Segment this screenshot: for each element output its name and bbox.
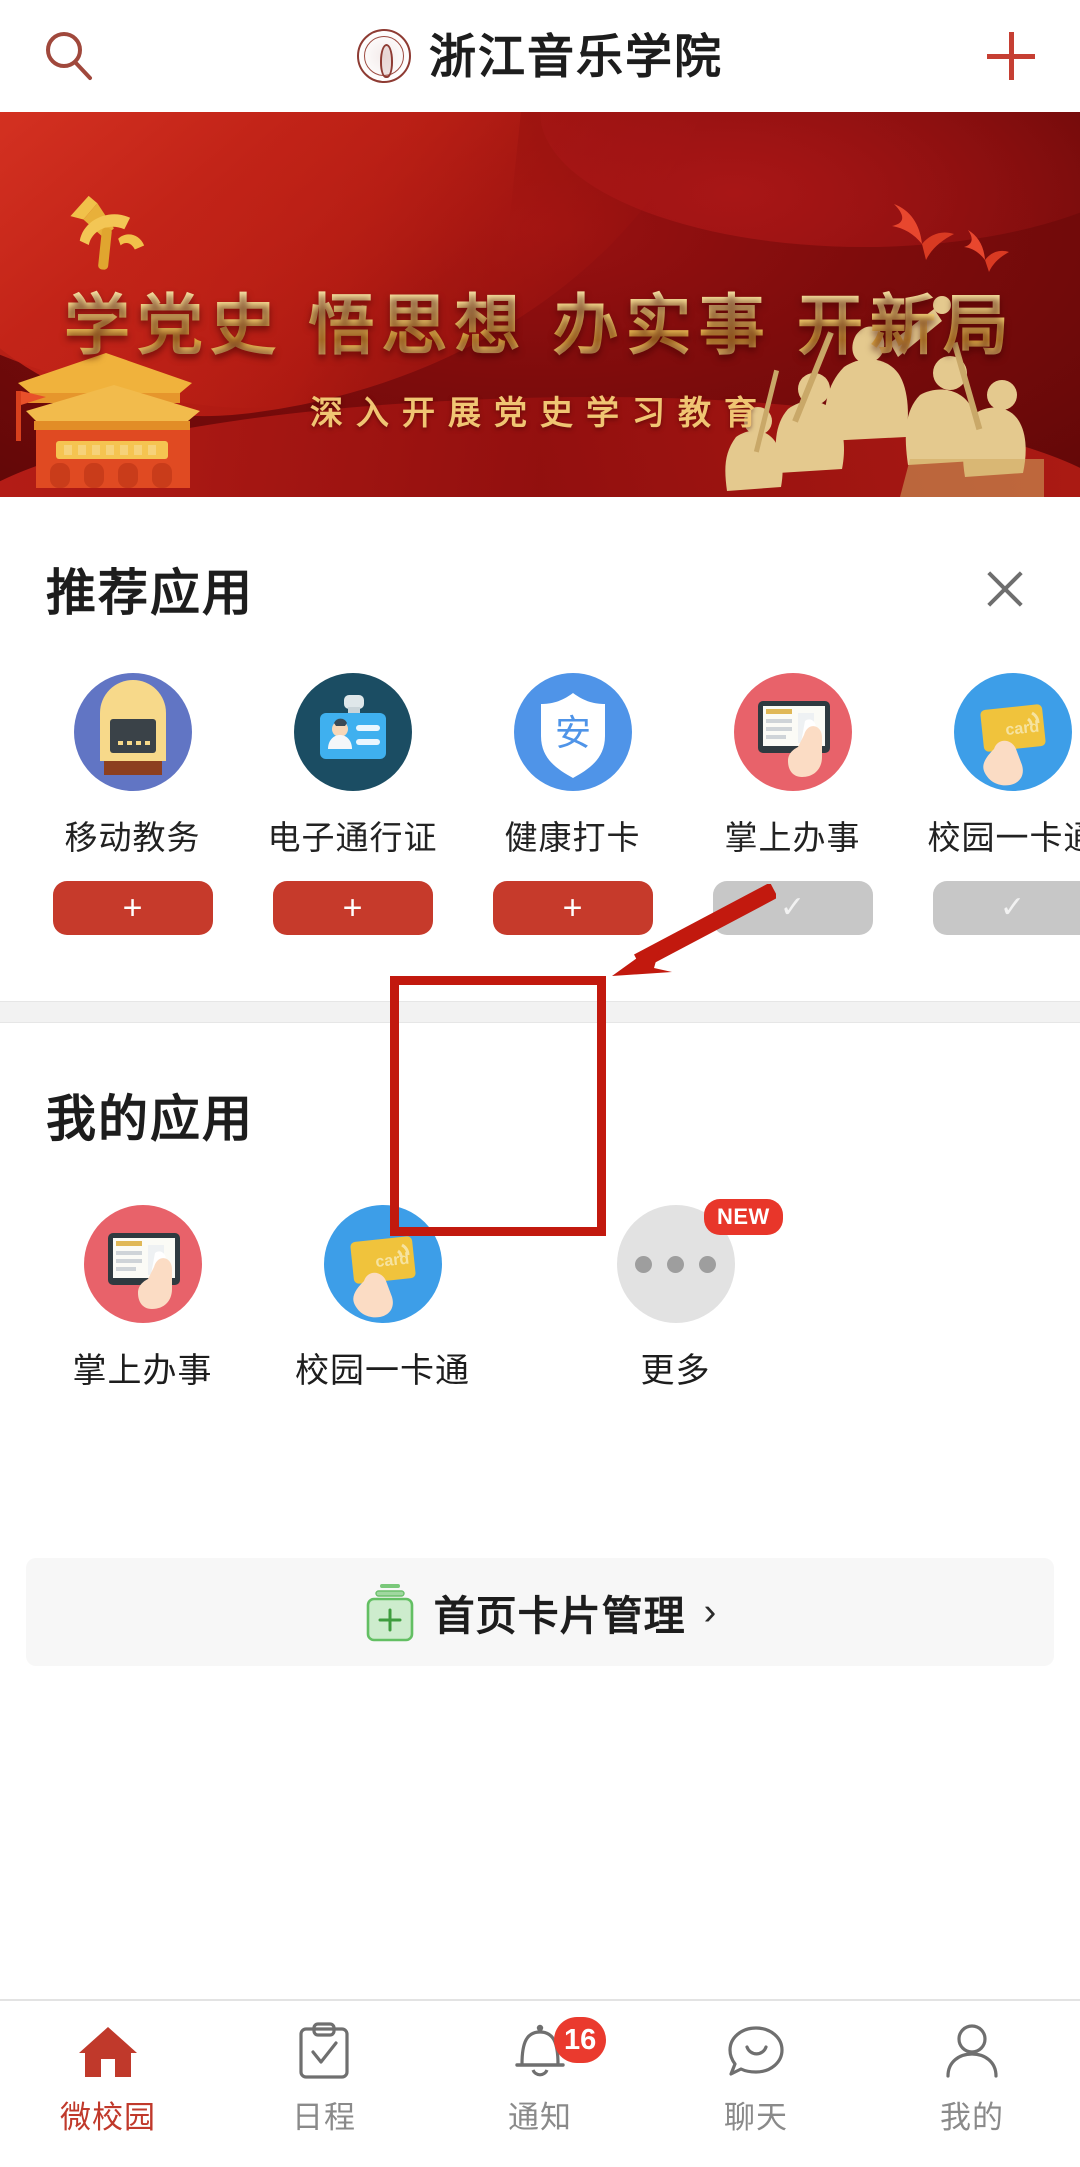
- my-app-label: 掌上办事: [72, 1352, 213, 1390]
- tab-chat[interactable]: 聊天: [648, 2021, 864, 2137]
- recommended-apps-panel: 推荐应用 移动教务 + 电子通行证 + 安 健康打卡 + 掌上办事 ✓ card…: [0, 497, 1080, 1001]
- clipboard-check-icon: [216, 2021, 432, 2083]
- my-apps-bottom-spacer: [0, 1392, 1080, 1524]
- tab-notifications[interactable]: 16 通知: [432, 2017, 648, 2137]
- home-icon: [0, 2021, 216, 2083]
- bottom-tabbar: 微校园 日程 16 通知 聊天 我的: [0, 1999, 1080, 2167]
- tablet-hand-icon: [83, 1205, 202, 1323]
- card-manage-section: 首页卡片管理 ›: [0, 1524, 1080, 1704]
- banner-text-group: 学党史 悟思想 办实事 开新局 深入开展党史学习教育: [0, 288, 1080, 434]
- app-header: 浙江音乐学院: [0, 0, 1080, 112]
- my-apps-title: 我的应用: [46, 1091, 254, 1147]
- add-button[interactable]: [976, 21, 1046, 91]
- notification-badge: 16: [554, 2017, 607, 2063]
- tablet-hand-icon: [733, 673, 852, 791]
- close-recommended-button[interactable]: [976, 560, 1034, 618]
- chat-bubble-icon: [648, 2021, 864, 2083]
- university-seal-icon: [357, 29, 411, 83]
- recommended-app-add-button[interactable]: +: [272, 881, 433, 935]
- my-apps-grid: 掌上办事 card 校园一卡通 NEW 更多: [0, 1151, 1080, 1392]
- my-app-label: 校园一卡通: [295, 1352, 470, 1390]
- dot: [667, 1255, 684, 1273]
- recommended-apps-header: 推荐应用: [0, 497, 1080, 625]
- recommended-app-added-button[interactable]: ✓: [712, 881, 873, 935]
- recommended-app-item[interactable]: 电子通行证 +: [265, 673, 440, 935]
- my-app-item-more[interactable]: NEW 更多: [578, 1199, 783, 1392]
- my-app-item[interactable]: 掌上办事: [45, 1205, 240, 1392]
- my-apps-header: 我的应用: [0, 1023, 1080, 1151]
- header-center-group: 浙江音乐学院: [0, 29, 1080, 83]
- recommended-app-label: 校园一卡通: [927, 819, 1080, 856]
- banner-headline: 学党史 悟思想 办实事 开新局: [0, 288, 1080, 364]
- banner-subheadline: 深入开展党史学习教育: [310, 393, 770, 431]
- new-badge: NEW: [704, 1199, 783, 1235]
- recommended-apps-scroller[interactable]: 移动教务 + 电子通行证 + 安 健康打卡 + 掌上办事 ✓ card 校园一卡…: [0, 625, 1080, 935]
- tab-label: 通知: [508, 2100, 572, 2135]
- section-divider: [0, 1001, 1080, 1023]
- recommended-app-label: 移动教务: [64, 819, 201, 856]
- svg-text:安: 安: [554, 712, 590, 753]
- svg-text:card: card: [374, 1251, 409, 1271]
- doves-icon: [892, 204, 1009, 272]
- tab-profile[interactable]: 我的: [864, 2021, 1080, 2137]
- page-title: 浙江音乐学院: [429, 29, 723, 83]
- recommended-app-item[interactable]: 安 健康打卡 +: [485, 673, 660, 935]
- campus-card-icon: card: [953, 673, 1072, 791]
- dot: [699, 1255, 716, 1273]
- campus-card-icon: card: [323, 1205, 442, 1323]
- tab-label: 我的: [940, 2100, 1004, 2135]
- search-icon: [46, 32, 92, 80]
- person-icon: [864, 2021, 1080, 2083]
- recommended-app-add-button[interactable]: +: [52, 881, 213, 935]
- bell-icon: [432, 2021, 648, 2083]
- my-app-item[interactable]: card 校园一卡通: [285, 1205, 480, 1392]
- shield-safe-icon: 安: [513, 673, 632, 791]
- my-apps-panel: 我的应用 掌上办事 card 校园一卡通 NEW 更多: [0, 1023, 1080, 1524]
- recommended-app-label: 掌上办事: [724, 819, 861, 856]
- promo-banner[interactable]: 学党史 悟思想 办实事 开新局 深入开展党史学习教育: [0, 112, 1080, 497]
- dot: [635, 1255, 652, 1273]
- svg-text:card: card: [1004, 719, 1039, 739]
- tab-weixiaoyuan[interactable]: 微校园: [0, 2021, 216, 2137]
- my-app-label: 更多: [640, 1352, 711, 1390]
- page-bottom-filler: [0, 1704, 1080, 1824]
- recommended-apps-title: 推荐应用: [46, 565, 254, 621]
- search-button[interactable]: [34, 21, 104, 91]
- recommended-app-item[interactable]: card 校园一卡通 ✓: [925, 673, 1080, 935]
- recommended-app-add-button[interactable]: +: [492, 881, 653, 935]
- id-card-icon: [293, 673, 412, 791]
- tab-label: 聊天: [724, 2100, 788, 2135]
- recommended-app-label: 健康打卡: [504, 819, 641, 856]
- card-stack-add-icon: [366, 1584, 413, 1642]
- blackboard-icon: [73, 673, 192, 791]
- recommended-app-label: 电子通行证: [267, 819, 438, 856]
- tab-label: 日程: [292, 2100, 356, 2135]
- recommended-bottom-spacer: [0, 935, 1080, 1001]
- chevron-right-icon: ›: [703, 1591, 717, 1633]
- tab-schedule[interactable]: 日程: [216, 2021, 432, 2137]
- tab-label: 微校园: [60, 2100, 156, 2135]
- recommended-app-added-button[interactable]: ✓: [932, 881, 1080, 935]
- party-emblem-icon: [70, 195, 145, 270]
- recommended-app-item[interactable]: 移动教务 +: [45, 673, 220, 935]
- recommended-app-item[interactable]: 掌上办事 ✓: [705, 673, 880, 935]
- card-manage-button[interactable]: 首页卡片管理 ›: [26, 1558, 1054, 1666]
- card-manage-label: 首页卡片管理: [433, 1593, 686, 1639]
